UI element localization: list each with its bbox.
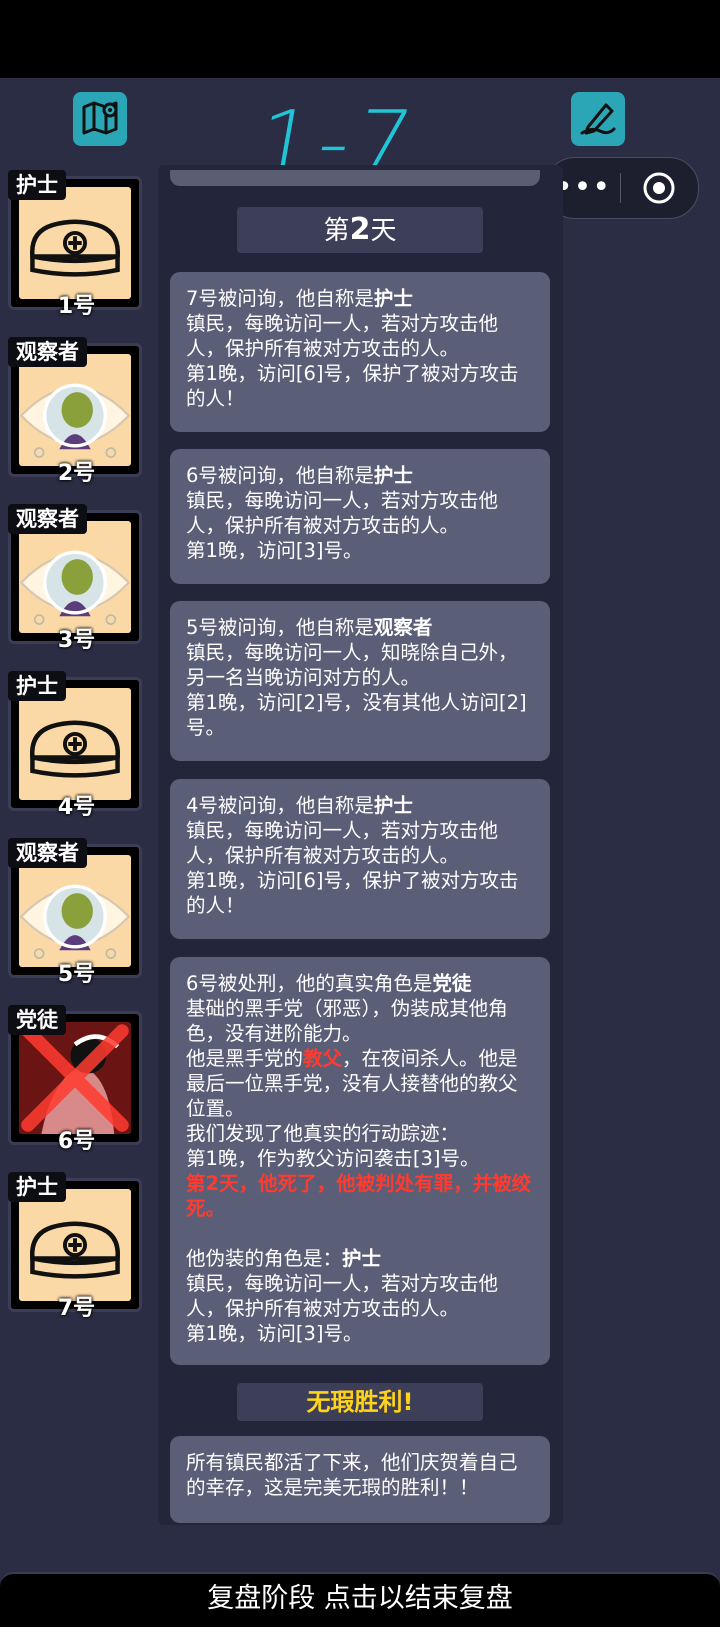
- watcher-eye-icon: [19, 884, 131, 959]
- night-action: 第1晚，访问[6]号，保护了被对方攻击的人！: [186, 869, 519, 917]
- interrogation-message: 7号被问询，他自称是护士 镇民，每晚访问一人，若对方攻击他人，保护所有被对方攻击…: [170, 272, 550, 432]
- end-review-button[interactable]: 复盘阶段 点击以结束复盘: [0, 1572, 720, 1627]
- night-action: 第1晚，访问[3]号。: [186, 539, 363, 562]
- map-button[interactable]: [73, 92, 127, 146]
- victory-message: 所有镇民都活了下来，他们庆贺着自己的幸存，这是完美无瑕的胜利！！: [170, 1436, 550, 1523]
- player-number: 6号: [57, 1129, 96, 1154]
- trace-night: 第1晚，作为教父访问袭击[3]号。: [186, 1147, 480, 1170]
- player-card[interactable]: 护士 7号: [8, 1172, 145, 1321]
- player-card[interactable]: 观察者 2号: [8, 337, 145, 486]
- claimed-role: 护士: [373, 464, 413, 487]
- interrogation-message: 6号被问询，他自称是护士 镇民，每晚访问一人，若对方攻击他人，保护所有被对方攻击…: [170, 449, 550, 584]
- player-role-label: 护士: [8, 170, 66, 200]
- disguise-intro: 他伪装的角色是：: [186, 1247, 343, 1270]
- disguise-description: 镇民，每晚访问一人，若对方攻击他人，保护所有被对方攻击的人。: [186, 1272, 499, 1320]
- claimed-role: 观察者: [373, 616, 433, 639]
- player-card[interactable]: 观察者 5号: [8, 838, 145, 987]
- watcher-eye-icon: [19, 550, 131, 625]
- player-role-label: 观察者: [8, 337, 87, 367]
- nurse-cap-icon: [30, 720, 120, 778]
- player-card[interactable]: 党徒 6号: [8, 1005, 145, 1154]
- message-intro: 5号被问询，他自称是: [186, 616, 374, 639]
- trace-intro: 我们发现了他真实的行动踪迹：: [186, 1122, 460, 1145]
- execution-message: 6号被处刑，他的真实角色是党徒 基础的黑手党（邪恶），伪装成其他角色，没有进阶能…: [170, 957, 550, 1365]
- victory-title: 无瑕胜利!: [237, 1383, 483, 1421]
- map-icon: [80, 97, 120, 141]
- interrogation-message: 4号被问询，他自称是护士 镇民，每晚访问一人，若对方攻击他人，保护所有被对方攻击…: [170, 779, 550, 939]
- player-card[interactable]: 护士 4号: [8, 671, 145, 820]
- execution-intro: 6号被处刑，他的真实角色是: [186, 972, 433, 995]
- player-card[interactable]: 护士 1号: [8, 170, 145, 319]
- disguise-night: 第1晚，访问[3]号。: [186, 1322, 363, 1345]
- godfather-pre: 他是黑手党的: [186, 1047, 304, 1070]
- death-line: 第2天，他死了，他被判处有罪，并被绞死。: [186, 1172, 532, 1220]
- day-number: 2: [349, 212, 371, 247]
- message-intro: 4号被问询，他自称是: [186, 794, 374, 817]
- message-intro: 6号被问询，他自称是: [186, 464, 374, 487]
- day-header: 第2天: [237, 207, 483, 253]
- claimed-role: 护士: [373, 794, 413, 817]
- pen-icon: [578, 97, 618, 141]
- previous-entry-edge: [170, 170, 540, 186]
- player-role-label: 观察者: [8, 504, 87, 534]
- role-description: 镇民，每晚访问一人，若对方攻击他人，保护所有被对方攻击的人。: [186, 489, 499, 537]
- true-role: 党徒: [432, 972, 472, 995]
- role-description: 镇民，每晚访问一人，若对方攻击他人，保护所有被对方攻击的人。: [186, 819, 499, 867]
- disguise-role: 护士: [342, 1247, 382, 1270]
- close-miniprogram-button[interactable]: [621, 171, 697, 205]
- player-number: 5号: [57, 962, 96, 987]
- true-role-description: 基础的黑手党（邪恶），伪装成其他角色，没有进阶能力。: [186, 997, 508, 1045]
- role-description: 镇民，每晚访问一人，若对方攻击他人，保护所有被对方攻击的人。: [186, 312, 499, 360]
- target-icon: [643, 172, 675, 204]
- victory-text: 所有镇民都活了下来，他们庆贺着自己的幸存，这是完美无瑕的胜利！！: [186, 1451, 518, 1499]
- watcher-eye-icon: [19, 383, 131, 458]
- nurse-cap-icon: [30, 219, 120, 277]
- executed-cultist-icon: [19, 1022, 131, 1134]
- status-bar: [0, 0, 720, 78]
- claimed-role: 护士: [373, 287, 413, 310]
- player-role-label: 护士: [8, 1172, 66, 1202]
- player-role-label: 党徒: [8, 1005, 66, 1035]
- nurse-cap-icon: [30, 1221, 120, 1279]
- player-number: 3号: [57, 628, 96, 653]
- pen-button[interactable]: [571, 92, 625, 146]
- player-number: 1号: [57, 294, 96, 319]
- player-card[interactable]: 观察者 3号: [8, 504, 145, 653]
- player-number: 2号: [57, 461, 96, 486]
- player-number: 7号: [57, 1296, 96, 1321]
- night-action: 第1晚，访问[6]号，保护了被对方攻击的人！: [186, 362, 519, 410]
- player-role-label: 观察者: [8, 838, 87, 868]
- player-role-label: 护士: [8, 671, 66, 701]
- interrogation-message: 5号被问询，他自称是观察者 镇民，每晚访问一人，知晓除自己外，另一名当晚访问对方…: [170, 601, 550, 761]
- message-intro: 7号被问询，他自称是: [186, 287, 374, 310]
- player-number: 4号: [57, 795, 96, 820]
- day-suffix: 天: [370, 216, 397, 246]
- night-action: 第1晚，访问[2]号，没有其他人访问[2]号。: [186, 691, 527, 739]
- miniprogram-capsule: •••: [545, 157, 699, 219]
- role-description: 镇民，每晚访问一人，知晓除自己外，另一名当晚访问对方的人。: [186, 641, 518, 689]
- day-prefix: 第: [323, 216, 350, 246]
- godfather-word: 教父: [303, 1047, 343, 1070]
